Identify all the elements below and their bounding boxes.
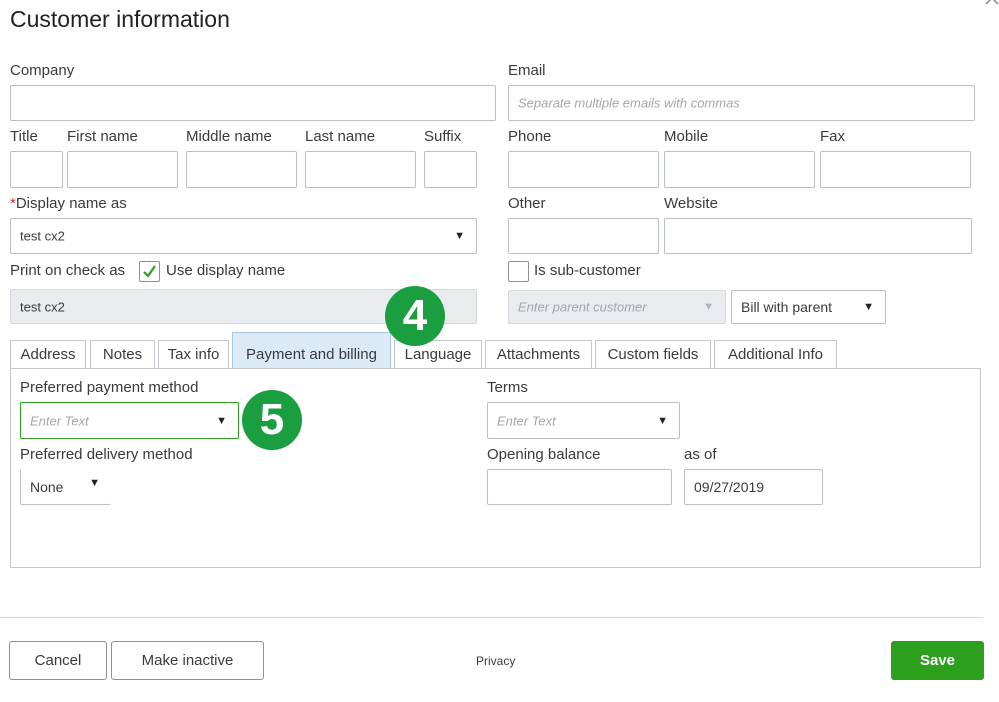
tab-address[interactable]: Address	[10, 340, 86, 369]
cancel-button[interactable]: Cancel	[9, 641, 107, 680]
caret-down-icon: ▼	[454, 230, 465, 242]
terms-placeholder: Enter Text	[497, 413, 556, 428]
caret-down-icon: ▼	[863, 301, 874, 313]
parent-customer-placeholder: Enter parent customer	[518, 299, 647, 315]
caret-down-icon: ▼	[657, 414, 668, 427]
sub-customer-label: Is sub-customer	[534, 262, 641, 279]
sub-customer-checkbox[interactable]	[508, 261, 529, 282]
suffix-input[interactable]	[424, 151, 477, 188]
middle-name-input[interactable]	[186, 151, 297, 188]
display-name-select[interactable]: test cx2 ▼	[10, 218, 477, 254]
email-label: Email	[508, 62, 546, 79]
title-label: Title	[10, 128, 38, 145]
save-button[interactable]: Save	[891, 641, 984, 680]
tab-payment-and-billing[interactable]: Payment and billing	[232, 332, 391, 369]
tab-attachments[interactable]: Attachments	[485, 340, 592, 369]
last-name-input[interactable]	[305, 151, 416, 188]
title-input[interactable]	[10, 151, 63, 188]
display-name-label: *Display name as	[10, 195, 127, 212]
tab-tax-info[interactable]: Tax info	[158, 340, 229, 369]
checkmark-icon	[143, 265, 156, 278]
caret-down-icon: ▼	[703, 301, 714, 313]
bill-with-parent-value: Bill with parent	[741, 299, 833, 315]
chevron-up-icon[interactable]	[984, 0, 999, 12]
fax-label: Fax	[820, 128, 846, 145]
terms-label: Terms	[487, 379, 528, 396]
parent-customer-select[interactable]: Enter parent customer ▼	[508, 290, 726, 324]
suffix-label: Suffix	[424, 128, 462, 145]
middle-name-label: Middle name	[186, 128, 272, 145]
as-of-label: as of	[684, 446, 717, 463]
tab-custom-fields[interactable]: Custom fields	[595, 340, 711, 369]
as-of-date-value: 09/27/2019	[694, 479, 765, 495]
preferred-delivery-label: Preferred delivery method	[20, 446, 193, 463]
preferred-delivery-value: None	[30, 478, 64, 495]
company-input[interactable]	[10, 85, 496, 121]
step-4-badge: 4	[385, 286, 445, 346]
phone-label: Phone	[508, 128, 552, 145]
make-inactive-button[interactable]: Make inactive	[111, 641, 264, 680]
preferred-payment-placeholder: Enter Text	[30, 413, 89, 428]
mobile-input[interactable]	[664, 151, 815, 188]
caret-down-icon: ▼	[89, 477, 100, 489]
dialog-title: Customer information	[10, 6, 230, 32]
other-input[interactable]	[508, 218, 659, 254]
display-name-label-text: Display name as	[15, 195, 127, 212]
preferred-payment-select[interactable]: Enter Text ▼	[20, 402, 239, 439]
company-label: Company	[10, 62, 75, 79]
other-label: Other	[508, 195, 546, 212]
footer-divider	[0, 617, 983, 618]
website-label: Website	[664, 195, 718, 212]
first-name-label: First name	[67, 128, 138, 145]
tab-additional-info[interactable]: Additional Info	[714, 340, 837, 369]
use-display-name-label: Use display name	[166, 262, 286, 279]
preferred-delivery-select[interactable]: None ▼	[20, 469, 111, 505]
print-on-check-label: Print on check as	[10, 262, 126, 279]
tab-notes[interactable]: Notes	[90, 340, 155, 369]
email-input[interactable]: Separate multiple emails with commas	[508, 85, 975, 121]
preferred-payment-label: Preferred payment method	[20, 379, 199, 396]
website-input[interactable]	[664, 218, 972, 254]
payment-billing-panel	[10, 368, 981, 568]
caret-down-icon: ▼	[216, 414, 227, 427]
display-name-value: test cx2	[20, 228, 65, 244]
opening-balance-input[interactable]	[487, 469, 672, 505]
last-name-label: Last name	[305, 128, 376, 145]
as-of-date-input[interactable]: 09/27/2019	[684, 469, 823, 505]
opening-balance-label: Opening balance	[487, 446, 601, 463]
phone-input[interactable]	[508, 151, 659, 188]
bill-with-parent-select[interactable]: Bill with parent ▼	[731, 290, 886, 324]
print-on-check-value: test cx2	[20, 299, 65, 314]
email-placeholder: Separate multiple emails with commas	[518, 95, 740, 111]
mobile-label: Mobile	[664, 128, 709, 145]
fax-input[interactable]	[820, 151, 971, 188]
privacy-link[interactable]: Privacy	[476, 654, 515, 668]
use-display-name-checkbox[interactable]	[139, 261, 160, 282]
terms-select[interactable]: Enter Text ▼	[487, 402, 680, 439]
first-name-input[interactable]	[67, 151, 178, 188]
step-5-badge: 5	[242, 390, 302, 450]
